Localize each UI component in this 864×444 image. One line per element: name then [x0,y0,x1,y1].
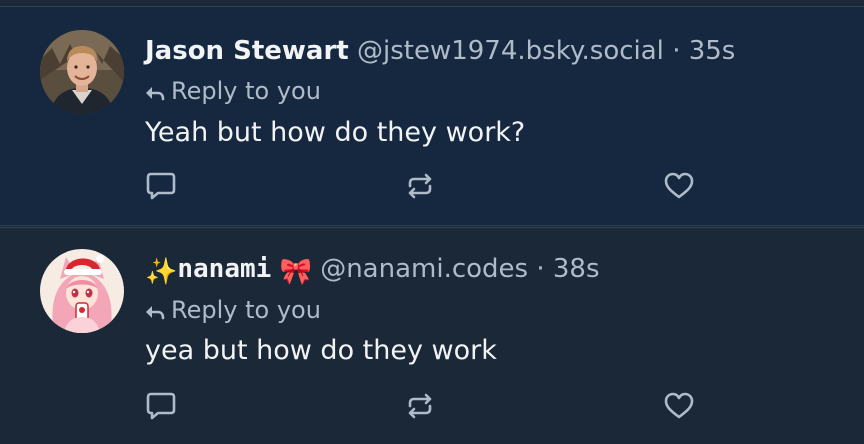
repost-icon [408,393,432,419]
sparkles-icon: ✨ [145,257,178,287]
repost-icon [408,173,432,199]
feed-top-divider [0,0,864,7]
post-text: Yeah but how do they work? [145,117,526,148]
feed-post[interactable]: ✨nanami 🎀 @nanami.codes · 38s Reply to y… [0,227,864,444]
heart-icon [664,172,694,199]
repost-button[interactable] [403,389,437,423]
post-text: yea but how do they work [145,335,497,366]
comment-button[interactable] [144,169,178,203]
ribbon-icon: 🎀 [279,257,312,287]
timestamp[interactable]: 38s [553,254,600,284]
handle[interactable]: @jstew1974.bsky.social [357,36,664,66]
reply-indicator: Reply to you [145,77,321,107]
repost-button[interactable] [403,169,437,203]
comment-button[interactable] [144,389,178,423]
timestamp[interactable]: 35s [689,36,736,66]
post-header: ✨nanami 🎀 @nanami.codes · 38s [145,254,600,287]
reply-arrow-icon [145,298,165,326]
reply-indicator: Reply to you [145,296,321,326]
profile-photo-man-icon [40,30,124,114]
separator: · [536,254,545,284]
comment-icon [146,392,176,420]
avatar[interactable] [40,249,124,333]
handle[interactable]: @nanami.codes [320,254,528,284]
avatar[interactable] [40,30,124,114]
display-name[interactable]: Jason Stewart [145,36,349,66]
like-button[interactable] [662,169,696,203]
comment-icon [146,172,176,200]
reply-arrow-icon [145,79,165,107]
display-name[interactable]: nanami [177,254,271,284]
post-header: Jason Stewart @jstew1974.bsky.social · 3… [145,36,735,66]
like-button[interactable] [662,389,696,423]
feed-post[interactable]: Jason Stewart @jstew1974.bsky.social · 3… [0,7,864,226]
reply-label: Reply to you [171,77,321,105]
anime-avatar-pink-hair-icon [40,249,124,333]
reply-label: Reply to you [171,296,321,324]
heart-icon [664,392,694,419]
separator: · [672,36,681,66]
